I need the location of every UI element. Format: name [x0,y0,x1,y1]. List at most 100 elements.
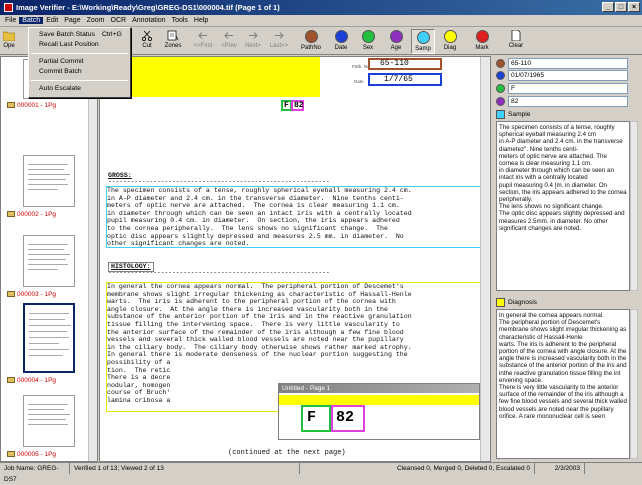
sample-color-square [496,110,505,119]
menu-item-recall-last-position[interactable]: Recall Last Position [29,40,130,50]
page-stack-icon [7,377,15,384]
sex-color-dot [496,84,505,93]
next-page-button[interactable]: Next> [242,29,264,54]
document-scrollbar[interactable] [480,57,490,461]
date-label: Date [354,79,364,84]
cut-button[interactable]: Cut [137,29,157,54]
sample-textarea[interactable]: The specimen consists of a tense, roughl… [496,121,630,291]
pathno-input[interactable]: 65-110 [508,58,628,69]
sample-header: Sample [496,109,530,120]
dashed-line: ----------------------------------------… [108,178,330,185]
popup-window[interactable]: Untitled - Page 1 F 82 [278,383,480,440]
age-color-dot [389,30,403,43]
age-field[interactable]: 82 [496,96,628,107]
arrow-left-icon [224,32,233,39]
sex-input[interactable]: F [508,83,628,94]
diagnosis-label: Diagnosis [508,299,537,306]
age-color-dot [496,97,505,106]
page-stack-icon [7,211,15,218]
sample-label: Sample [508,111,531,118]
arrow-right-icon [275,32,284,39]
arrow-left-icon [198,32,207,39]
menu-page[interactable]: Page [61,17,83,24]
popup-age-zone[interactable]: 82 [331,405,365,432]
thumbnail-label[interactable]: 000005 - 1Pg [7,451,56,458]
sex-field[interactable]: F [496,83,628,94]
menu-item-auto-escalate[interactable]: Auto Escalate [29,84,130,94]
sample-scrollbar[interactable] [630,121,638,291]
folder-icon [3,31,15,41]
prev-page-button[interactable]: <Prev [218,29,240,54]
clear-button[interactable]: Clear [505,29,527,54]
pathno-color-dot [304,30,318,43]
age-button[interactable]: Age [385,29,407,54]
diag-button[interactable]: Diag [439,29,461,54]
thumbnail-image[interactable] [23,235,75,287]
menu-tools[interactable]: Tools [169,17,191,24]
pathno-field[interactable]: 65-110 [496,58,628,69]
menu-bar: File Batch Edit Page Zoom OCR Annotation… [0,15,642,27]
sample-zone[interactable]: The specimen consists of a tense, roughl… [106,186,486,248]
samp-button[interactable]: Samp [411,29,435,54]
thumbnail-panel: 000001 - 1Pg 000002 - 1Pg 000003 - 1Pg 0… [0,56,98,462]
age-input[interactable]: 82 [508,96,628,107]
date-zone[interactable]: 1/7/65 [368,73,442,86]
app-icon [4,3,13,12]
date-button[interactable]: Date [330,29,352,54]
page-stack-icon [7,102,15,109]
batch-dropdown-menu: Save Batch Status Ctrl+G Recall Last Posi… [28,27,131,98]
zones-button[interactable]: Zones [160,29,186,54]
date-field[interactable]: 01/07/1965 [496,70,628,81]
date-input[interactable]: 01/07/1965 [508,70,628,81]
thumbnail-label[interactable]: 000003 - 1Pg [7,291,56,298]
mark-color-dot [475,30,489,43]
last-page-button[interactable]: Last>> [267,29,291,54]
thumbnail-label[interactable]: 000001 - 1Pg [7,102,56,109]
sex-button[interactable]: Sex [357,29,379,54]
path-no-zone[interactable]: 65-110 [368,58,442,70]
date-color-dot [334,30,348,43]
menu-ocr[interactable]: OCR [108,17,130,24]
thumbnail-scrollbar[interactable] [88,57,97,461]
thumbnail-label[interactable]: 000002 - 1Pg [7,211,56,218]
field-panel: 65-110 01/07/1965 F 82 Sample The specim… [493,56,641,462]
menu-zoom[interactable]: Zoom [84,17,108,24]
thumbnail-image[interactable] [23,155,75,207]
date-color-dot [496,71,505,80]
menu-item-partial-commit[interactable]: Partial Commit [29,57,130,67]
window-title: Image Verifier - E:\Working\Ready\Greg\G… [16,3,280,12]
popup-sex-zone[interactable]: F [301,405,331,432]
menu-file[interactable]: File [2,17,19,24]
open-button[interactable]: Ope [1,29,17,54]
minimize-button[interactable]: _ [602,2,614,12]
menu-item-commit-batch[interactable]: Commit Batch [29,67,130,77]
pathno-button[interactable]: PathNo [298,29,324,54]
age-zone[interactable]: 82 [291,100,304,111]
menu-batch[interactable]: Batch [19,17,44,24]
diagnosis-header: Diagnosis [496,297,537,308]
menu-item-save-batch-status[interactable]: Save Batch Status Ctrl+G [29,30,130,40]
scissors-icon [142,30,152,41]
dashed-line: ----------------------------------------… [108,269,330,276]
zones-icon [167,30,179,41]
menu-separator [31,80,128,81]
continued-note: (continued at the next page) [228,449,346,457]
diagnosis-color-square [496,298,505,307]
mark-button[interactable]: Mark [471,29,493,54]
menu-edit[interactable]: Edit [43,17,61,24]
pathno-color-dot [496,59,505,68]
status-bar: Job Name: GREG-DS7 Verified 1 of 13; Vie… [0,462,642,483]
menu-help[interactable]: Help [191,17,211,24]
maximize-button[interactable]: □ [615,2,627,12]
title-bar: Image Verifier - E:\Working\Ready\Greg\G… [0,0,642,15]
close-button[interactable]: × [628,2,640,12]
diag-color-dot [443,30,457,43]
thumbnail-image[interactable] [23,395,75,447]
diagnosis-textarea[interactable]: In general the cornea appears normal. Th… [496,309,630,459]
menu-separator [31,53,128,54]
diagnosis-scrollbar[interactable] [630,309,638,459]
first-page-button[interactable]: <<First [190,29,216,54]
thumbnail-label[interactable]: 000004 - 1Pg [7,377,56,384]
thumbnail-image-selected[interactable] [23,303,75,373]
menu-annotation[interactable]: Annotation [129,17,168,24]
